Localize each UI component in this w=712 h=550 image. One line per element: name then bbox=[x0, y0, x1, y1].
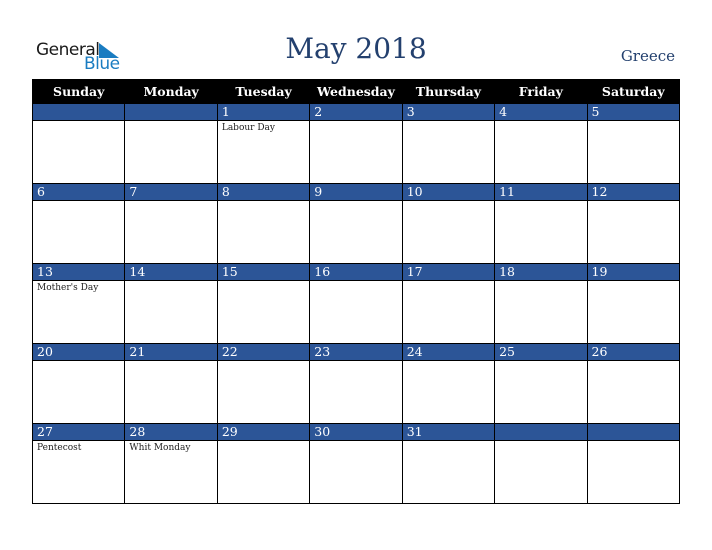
day-cell[interactable] bbox=[216, 360, 311, 424]
day-cell[interactable]: Whit Monday bbox=[124, 440, 218, 504]
week-number-row: 12345 bbox=[31, 103, 681, 121]
day-cell[interactable]: Labour Day bbox=[216, 120, 311, 184]
day-number: 21 bbox=[124, 343, 218, 361]
week-event-row: Pentecost Whit Monday bbox=[31, 440, 681, 504]
week-event-row bbox=[31, 200, 681, 264]
holiday-label: Whit Monday bbox=[129, 443, 191, 453]
day-cell[interactable] bbox=[124, 200, 218, 264]
day-cell[interactable] bbox=[124, 120, 218, 184]
day-number bbox=[31, 103, 126, 121]
weekday-header: Tuesday bbox=[216, 79, 311, 104]
day-number: 7 bbox=[124, 183, 218, 201]
day-cell[interactable] bbox=[31, 200, 126, 264]
day-number: 12 bbox=[586, 183, 681, 201]
day-cell[interactable] bbox=[494, 280, 588, 344]
day-number: 23 bbox=[309, 343, 403, 361]
day-number: 22 bbox=[216, 343, 311, 361]
week-number-row: 20 21 22 23 24 25 26 bbox=[31, 343, 681, 361]
weekday-header: Sunday bbox=[31, 79, 126, 104]
day-cell[interactable] bbox=[309, 280, 403, 344]
week-event-row bbox=[31, 360, 681, 424]
day-number: 27 bbox=[31, 423, 126, 441]
day-number: 4 bbox=[494, 103, 588, 121]
weekday-header: Wednesday bbox=[309, 79, 403, 104]
day-number: 25 bbox=[494, 343, 588, 361]
day-cell[interactable] bbox=[401, 360, 496, 424]
week-number-row: 27 28 29 30 31 bbox=[31, 423, 681, 441]
day-number: 10 bbox=[401, 183, 496, 201]
day-number: 24 bbox=[401, 343, 496, 361]
day-number: 26 bbox=[586, 343, 681, 361]
day-number: 1 bbox=[216, 103, 311, 121]
day-number: 9 bbox=[309, 183, 403, 201]
week-number-row: 13 14 15 16 17 18 19 bbox=[31, 263, 681, 281]
day-cell[interactable] bbox=[309, 360, 403, 424]
day-cell[interactable] bbox=[401, 200, 496, 264]
day-cell[interactable] bbox=[309, 200, 403, 264]
day-number: 29 bbox=[216, 423, 311, 441]
day-cell[interactable] bbox=[309, 120, 403, 184]
day-number: 28 bbox=[124, 423, 218, 441]
day-number bbox=[124, 103, 218, 121]
day-cell[interactable] bbox=[401, 120, 496, 184]
day-number: 5 bbox=[586, 103, 681, 121]
day-number: 16 bbox=[309, 263, 403, 281]
day-cell[interactable] bbox=[216, 280, 311, 344]
weekday-header: Monday bbox=[124, 79, 218, 104]
day-cell[interactable]: Pentecost bbox=[31, 440, 126, 504]
day-number: 31 bbox=[401, 423, 496, 441]
day-cell[interactable] bbox=[586, 200, 681, 264]
page-title: May 2018 bbox=[285, 32, 427, 65]
day-cell[interactable] bbox=[401, 280, 496, 344]
week-event-row: Labour Day bbox=[31, 120, 681, 184]
day-number: 20 bbox=[31, 343, 126, 361]
holiday-label: Labour Day bbox=[221, 123, 275, 133]
day-cell[interactable] bbox=[586, 360, 681, 424]
day-number: 13 bbox=[31, 263, 126, 281]
day-cell[interactable] bbox=[124, 280, 218, 344]
day-cell[interactable] bbox=[586, 440, 681, 504]
day-cell[interactable] bbox=[586, 280, 681, 344]
day-number: 11 bbox=[494, 183, 588, 201]
weekday-header: Thursday bbox=[401, 79, 496, 104]
weekday-header: Saturday bbox=[586, 79, 681, 104]
day-number: 8 bbox=[216, 183, 311, 201]
calendar-grid: Sunday Monday Tuesday Wednesday Thursday… bbox=[31, 79, 681, 504]
country-label: Greece bbox=[620, 47, 675, 65]
holiday-label: Mother's Day bbox=[37, 283, 99, 293]
day-cell[interactable] bbox=[31, 120, 126, 184]
day-number: 18 bbox=[494, 263, 588, 281]
week-event-row: Mother's Day bbox=[31, 280, 681, 344]
day-number: 15 bbox=[216, 263, 311, 281]
day-number bbox=[494, 423, 588, 441]
day-number: 14 bbox=[124, 263, 218, 281]
day-number: 6 bbox=[31, 183, 126, 201]
week-number-row: 6 7 8 9 10 11 12 bbox=[31, 183, 681, 201]
day-cell[interactable] bbox=[586, 120, 681, 184]
day-number: 30 bbox=[309, 423, 403, 441]
day-cell[interactable]: Mother's Day bbox=[31, 280, 126, 344]
day-number: 3 bbox=[401, 103, 496, 121]
day-number: 2 bbox=[309, 103, 403, 121]
day-cell[interactable] bbox=[124, 360, 218, 424]
day-cell[interactable] bbox=[494, 440, 588, 504]
day-cell[interactable] bbox=[401, 440, 496, 504]
day-cell[interactable] bbox=[216, 200, 311, 264]
day-cell[interactable] bbox=[494, 200, 588, 264]
day-cell[interactable] bbox=[494, 120, 588, 184]
day-cell[interactable] bbox=[31, 360, 126, 424]
weekday-header: Friday bbox=[494, 79, 588, 104]
day-cell[interactable] bbox=[494, 360, 588, 424]
day-number bbox=[586, 423, 681, 441]
holiday-label: Pentecost bbox=[37, 443, 82, 453]
day-cell[interactable] bbox=[309, 440, 403, 504]
day-cell[interactable] bbox=[216, 440, 311, 504]
day-number: 17 bbox=[401, 263, 496, 281]
day-number: 19 bbox=[586, 263, 681, 281]
weekday-header-row: Sunday Monday Tuesday Wednesday Thursday… bbox=[31, 79, 681, 104]
